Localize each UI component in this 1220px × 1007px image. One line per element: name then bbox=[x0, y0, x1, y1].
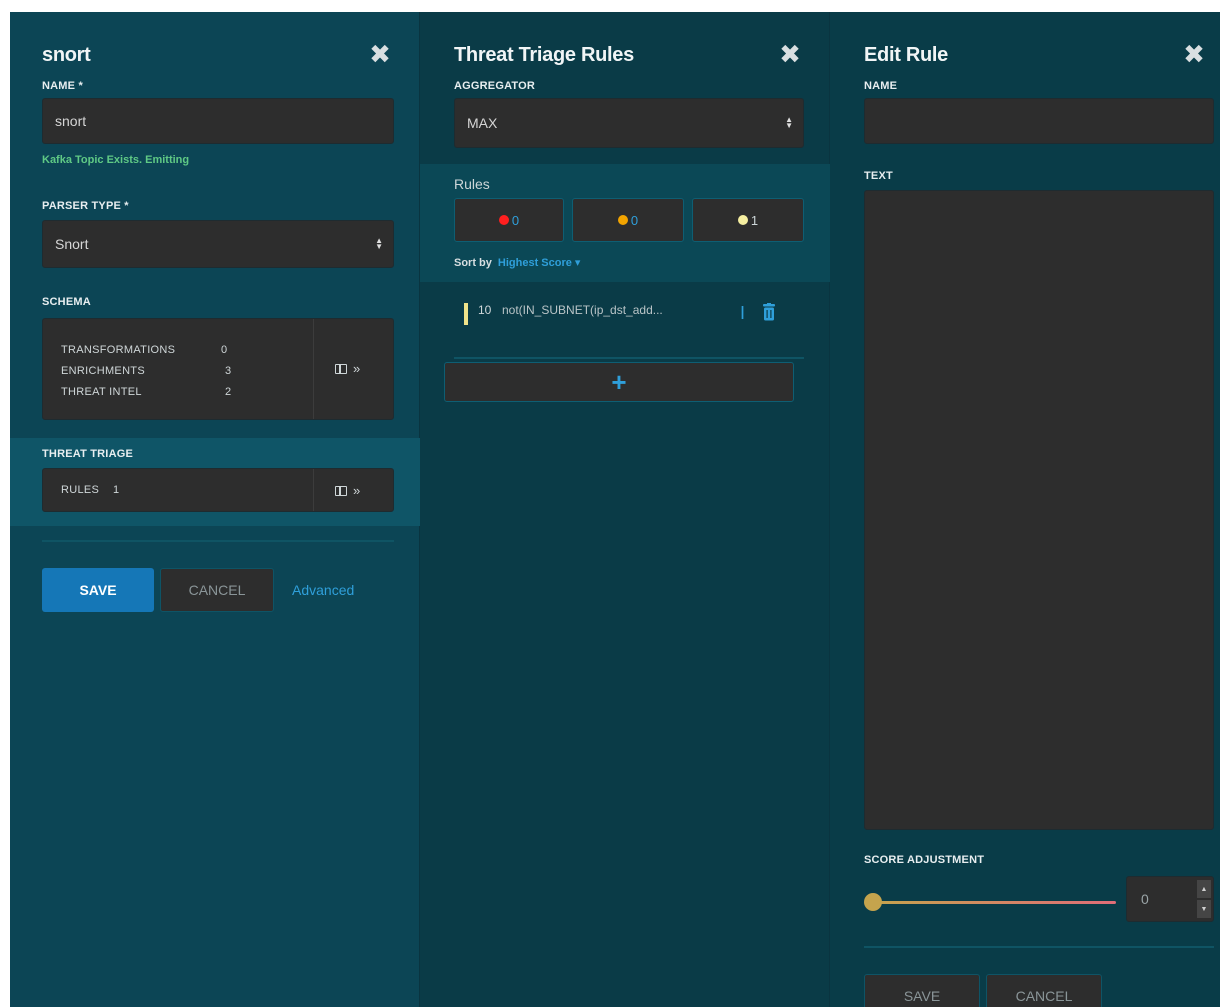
score-stepper[interactable]: 0 ▲ ▼ bbox=[1126, 876, 1214, 922]
triage-expand-glyph: » bbox=[353, 483, 361, 498]
threat-triage-section: THREAT TRIAGE RULES 1 » bbox=[10, 438, 420, 526]
rule-row[interactable]: 10 not(IN_SUBNET(ip_dst_add... I bbox=[456, 295, 796, 331]
high-score-count: 0 bbox=[511, 212, 520, 228]
parser-type-label: PARSER TYPE * bbox=[42, 200, 129, 212]
select-arrows-icon: ▲ ▼ bbox=[785, 115, 793, 130]
stepper-down-icon[interactable]: ▼ bbox=[1197, 900, 1211, 918]
rule-text-label: TEXT bbox=[864, 170, 893, 182]
schema-expand-button[interactable]: » bbox=[335, 361, 360, 376]
schema-key-enrichments: ENRICHMENTS bbox=[61, 365, 145, 377]
score-slider-knob[interactable] bbox=[864, 893, 882, 911]
parser-type-select[interactable]: Snort ▲ ▼ bbox=[42, 220, 394, 268]
name-label: NAME * bbox=[42, 80, 83, 92]
score-value: 0 bbox=[1141, 891, 1149, 907]
schema-label: SCHEMA bbox=[42, 296, 91, 308]
filter-medium-score-button[interactable]: 0 bbox=[572, 198, 684, 242]
rule-text-area[interactable] bbox=[864, 190, 1214, 830]
schema-value-threat-intel: 2 bbox=[225, 386, 232, 398]
parser-panel-title: snort bbox=[42, 44, 91, 66]
schema-key-transformations: TRANSFORMATIONS bbox=[61, 344, 176, 356]
columns-icon bbox=[335, 485, 347, 496]
sort-by-value[interactable]: Highest Score ▾ bbox=[498, 257, 581, 269]
separator bbox=[42, 540, 394, 542]
threat-triage-expand-button[interactable]: » bbox=[335, 483, 360, 498]
close-icon[interactable]: ✖ bbox=[778, 41, 802, 67]
score-adjustment-label: SCORE ADJUSTMENT bbox=[864, 854, 985, 866]
rule-cancel-button[interactable]: CANCEL bbox=[986, 974, 1102, 1007]
yellow-dot-icon bbox=[737, 215, 748, 225]
trash-icon[interactable] bbox=[762, 303, 776, 321]
stepper-controls: ▲ ▼ bbox=[1197, 880, 1211, 918]
schema-divider bbox=[313, 319, 314, 419]
triage-divider bbox=[313, 469, 314, 511]
rules-count: 1 bbox=[113, 484, 120, 496]
advanced-link[interactable]: Advanced bbox=[292, 582, 354, 598]
edit-panel-title: Edit Rule bbox=[864, 44, 948, 66]
add-rule-button[interactable]: + bbox=[444, 362, 794, 402]
medium-score-count: 0 bbox=[630, 212, 639, 228]
rule-score-bar bbox=[464, 303, 468, 325]
rule-name-label: NAME bbox=[864, 80, 898, 92]
rule-name-input[interactable] bbox=[864, 98, 1214, 144]
aggregator-label: AGGREGATOR bbox=[454, 80, 536, 92]
filter-high-score-button[interactable]: 0 bbox=[454, 198, 564, 242]
name-input[interactable]: snort bbox=[42, 98, 394, 144]
columns-icon bbox=[335, 363, 347, 374]
schema-box: TRANSFORMATIONS 0 ENRICHMENTS 3 THREAT I… bbox=[42, 318, 394, 420]
low-score-count: 1 bbox=[750, 212, 759, 228]
stepper-up-icon[interactable]: ▲ bbox=[1197, 880, 1211, 898]
sort-by-control[interactable]: Sort by Highest Score ▾ bbox=[454, 256, 580, 269]
schema-value-enrichments: 3 bbox=[225, 365, 232, 377]
rules-key: RULES bbox=[61, 484, 100, 496]
save-button[interactable]: SAVE bbox=[42, 568, 154, 612]
rule-text: not(IN_SUBNET(ip_dst_add... bbox=[502, 303, 663, 317]
edit-rule-panel: Edit Rule ✖ NAME TEXT SCORE ADJUSTMENT 0… bbox=[830, 12, 1220, 1007]
parser-panel: snort ✖ NAME * snort Kafka Topic Exists.… bbox=[10, 12, 420, 1007]
parser-type-value: Snort bbox=[55, 236, 89, 252]
rules-filter-section: Rules 0 0 1 Sort by Highest Score ▾ bbox=[420, 164, 830, 282]
schema-key-threat-intel: THREAT INTEL bbox=[61, 386, 142, 398]
edit-separator bbox=[864, 946, 1214, 948]
red-dot-icon bbox=[498, 215, 509, 225]
triage-panel-title: Threat Triage Rules bbox=[454, 44, 634, 66]
rules-label: Rules bbox=[454, 176, 490, 192]
threat-triage-panel: Threat Triage Rules ✖ AGGREGATOR MAX ▲ ▼ … bbox=[420, 12, 830, 1007]
sort-by-label: Sort by bbox=[454, 257, 492, 269]
threat-triage-label: THREAT TRIAGE bbox=[42, 448, 134, 460]
score-slider-track[interactable] bbox=[870, 901, 1116, 904]
name-input-value: snort bbox=[55, 113, 87, 129]
aggregator-select[interactable]: MAX ▲ ▼ bbox=[454, 98, 804, 148]
schema-expand-glyph: » bbox=[353, 361, 361, 376]
threat-triage-box: RULES 1 » bbox=[42, 468, 394, 512]
schema-value-transformations: 0 bbox=[221, 344, 228, 356]
rule-save-button[interactable]: SAVE bbox=[864, 974, 980, 1007]
cancel-button[interactable]: CANCEL bbox=[160, 568, 274, 612]
kafka-status-text: Kafka Topic Exists. Emitting bbox=[42, 154, 190, 166]
orange-dot-icon bbox=[617, 215, 628, 225]
rule-score: 10 bbox=[478, 303, 492, 317]
close-icon[interactable]: ✖ bbox=[368, 41, 392, 67]
select-arrows-icon: ▲ ▼ bbox=[375, 236, 383, 251]
plus-icon: + bbox=[611, 367, 627, 397]
close-icon[interactable]: ✖ bbox=[1182, 41, 1206, 67]
rules-separator bbox=[454, 357, 804, 359]
aggregator-value: MAX bbox=[467, 115, 498, 131]
filter-low-score-button[interactable]: 1 bbox=[692, 198, 804, 242]
text-cursor-icon[interactable]: I bbox=[740, 301, 752, 325]
app-frame: snort ✖ NAME * snort Kafka Topic Exists.… bbox=[10, 12, 1220, 1007]
